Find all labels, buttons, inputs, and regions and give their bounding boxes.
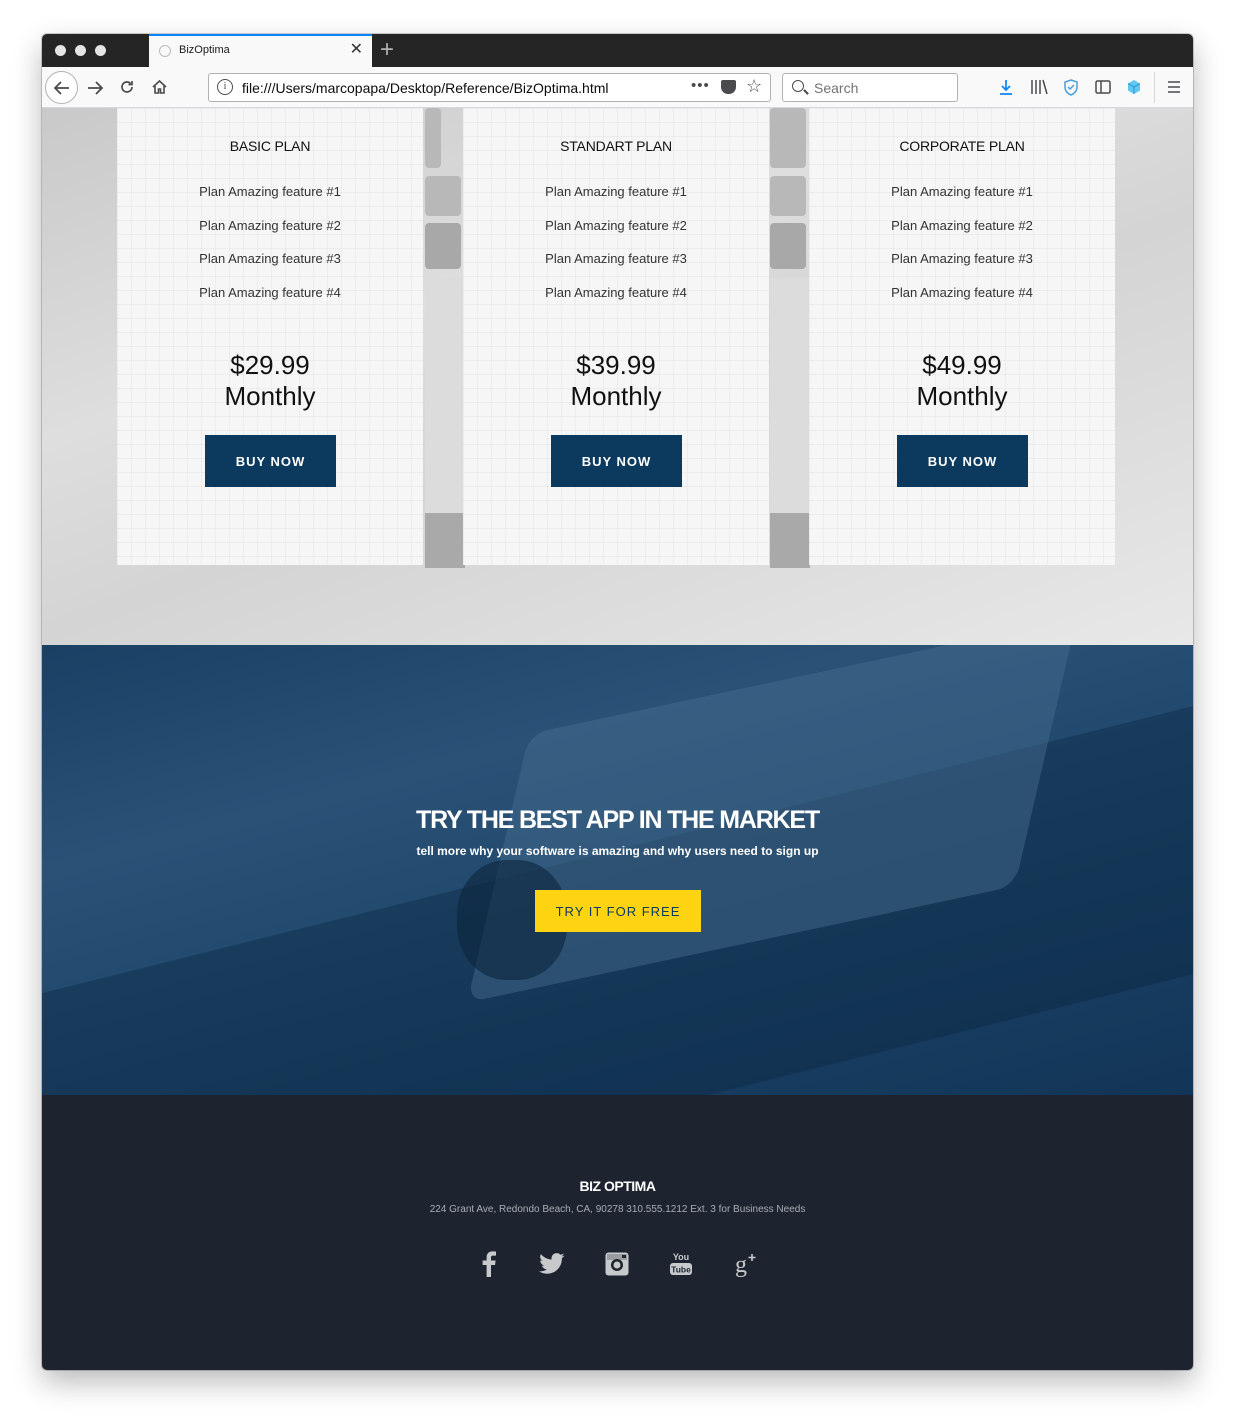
google-plus-icon[interactable]: g	[730, 1247, 760, 1281]
buy-now-button[interactable]: BUY NOW	[551, 435, 682, 487]
feature-list: Plan Amazing feature #1 Plan Amazing fea…	[463, 183, 769, 318]
cta-section: TRY THE BEST APP IN THE MARKET tell more…	[42, 645, 1193, 1095]
forward-button[interactable]	[86, 79, 104, 97]
home-button[interactable]	[150, 78, 168, 96]
plan-period: Monthly	[224, 381, 316, 411]
footer-address: 224 Grant Ave, Redondo Beach, CA, 90278 …	[429, 1204, 806, 1215]
reload-icon	[121, 81, 133, 93]
twitter-icon[interactable]	[537, 1247, 567, 1281]
feature-item: Plan Amazing feature #4	[199, 285, 341, 301]
cube-icon	[1127, 80, 1141, 94]
footer-brand: BIZ OPTIMA	[579, 1178, 656, 1194]
buy-now-button[interactable]: BUY NOW	[897, 435, 1028, 487]
forward-arrow-icon	[88, 81, 103, 95]
bookmark-star-icon[interactable]: ☆	[746, 76, 762, 97]
cta-subtitle: tell more why your software is amazing a…	[416, 844, 819, 858]
minimize-window-button[interactable]	[75, 45, 86, 56]
bg-laptop-shadow	[770, 513, 810, 568]
back-arrow-icon	[53, 80, 69, 95]
library-button[interactable]	[1029, 78, 1049, 96]
feature-item: Plan Amazing feature #4	[545, 285, 687, 301]
feature-item: Plan Amazing feature #2	[199, 217, 341, 233]
reload-button[interactable]	[118, 78, 136, 96]
cta-title: TRY THE BEST APP IN THE MARKET	[416, 806, 820, 834]
pocket-icon[interactable]	[721, 80, 736, 94]
toolbar-separator	[1154, 72, 1155, 103]
svg-text:Tube: Tube	[671, 1265, 691, 1275]
back-button[interactable]	[45, 71, 78, 104]
url-text[interactable]: file:///Users/marcopapa/Desktop/Referenc…	[242, 80, 608, 96]
plan-period: Monthly	[916, 381, 1008, 411]
plan-name: BASIC PLAN	[229, 138, 311, 154]
plan-name: STANDART PLAN	[560, 138, 672, 154]
feature-item: Plan Amazing feature #4	[891, 285, 1033, 301]
sidebar-button[interactable]	[1094, 78, 1112, 96]
page-actions-icon[interactable]: •••	[691, 77, 710, 94]
bg-keyboard-key	[770, 223, 806, 269]
close-tab-icon[interactable]: ✕	[350, 41, 363, 59]
feature-item: Plan Amazing feature #3	[545, 251, 687, 267]
bg-keyboard-key	[425, 176, 461, 216]
bg-keyboard-key	[770, 108, 806, 168]
browser-window: BizOptima ✕ + i file:///Users/marcopapa/…	[42, 34, 1193, 1370]
pricing-section: BASIC PLAN Plan Amazing feature #1 Plan …	[42, 108, 1193, 645]
feature-item: Plan Amazing feature #1	[891, 184, 1033, 199]
extension-button[interactable]	[1062, 78, 1080, 96]
search-icon	[792, 80, 804, 92]
bg-laptop-edge	[770, 278, 810, 538]
tab-bizoptima[interactable]: BizOptima ✕	[149, 34, 372, 67]
plan-period: Monthly	[570, 381, 662, 411]
feature-item: Plan Amazing feature #1	[199, 184, 341, 199]
try-free-button[interactable]: TRY IT FOR FREE	[535, 890, 701, 932]
facebook-icon[interactable]	[474, 1247, 504, 1281]
hamburger-menu-icon	[1168, 81, 1180, 93]
plan-price: $29.99	[230, 350, 310, 380]
new-tab-button[interactable]: +	[380, 36, 394, 64]
bg-laptop-edge	[425, 278, 465, 538]
tab-title: BizOptima	[179, 44, 230, 56]
home-icon	[151, 79, 167, 94]
menu-button[interactable]	[1165, 78, 1183, 96]
downloads-button[interactable]	[997, 78, 1015, 96]
plan-price: $39.99	[576, 350, 656, 380]
bg-keyboard-key	[425, 223, 461, 269]
shield-icon	[1064, 78, 1078, 96]
tab-strip: BizOptima ✕ +	[42, 34, 1193, 67]
plan-price: $49.99	[922, 350, 1002, 380]
search-bar[interactable]: Search	[782, 73, 958, 102]
url-bar[interactable]: i file:///Users/marcopapa/Desktop/Refere…	[208, 73, 771, 102]
footer: BIZ OPTIMA 224 Grant Ave, Redondo Beach,…	[42, 1095, 1193, 1370]
feature-item: Plan Amazing feature #2	[891, 217, 1033, 233]
feature-list: Plan Amazing feature #1 Plan Amazing fea…	[117, 183, 423, 318]
bg-keyboard-key	[770, 176, 806, 216]
bg-keyboard-key	[425, 108, 441, 168]
feature-item: Plan Amazing feature #3	[199, 251, 341, 267]
download-icon	[1000, 80, 1012, 95]
bg-laptop-shadow	[425, 513, 465, 568]
buy-now-button[interactable]: BUY NOW	[205, 435, 336, 487]
svg-text:g: g	[735, 1252, 747, 1278]
zoom-window-button[interactable]	[95, 45, 106, 56]
page-viewport[interactable]: BASIC PLAN Plan Amazing feature #1 Plan …	[42, 108, 1193, 1370]
svg-text:You: You	[673, 1252, 689, 1262]
library-icon	[1031, 79, 1048, 95]
instagram-icon[interactable]	[602, 1247, 632, 1281]
site-info-icon[interactable]: i	[217, 79, 233, 95]
favicon-icon	[159, 45, 171, 57]
search-placeholder[interactable]: Search	[814, 80, 858, 96]
feature-item: Plan Amazing feature #1	[545, 184, 687, 199]
sidebar-icon	[1095, 80, 1111, 94]
feature-item: Plan Amazing feature #2	[545, 217, 687, 233]
feature-item: Plan Amazing feature #3	[891, 251, 1033, 267]
addon-button[interactable]	[1125, 78, 1143, 96]
youtube-icon[interactable]: You Tube	[666, 1247, 696, 1281]
close-window-button[interactable]	[55, 45, 66, 56]
nav-bar: i file:///Users/marcopapa/Desktop/Refere…	[42, 67, 1193, 108]
pricing-card-corporate: CORPORATE PLAN Plan Amazing feature #1 P…	[809, 108, 1115, 565]
plan-name: CORPORATE PLAN	[899, 138, 1025, 154]
pricing-card-standart: STANDART PLAN Plan Amazing feature #1 Pl…	[463, 108, 769, 565]
feature-list: Plan Amazing feature #1 Plan Amazing fea…	[809, 183, 1115, 318]
pricing-card-basic: BASIC PLAN Plan Amazing feature #1 Plan …	[117, 108, 423, 565]
